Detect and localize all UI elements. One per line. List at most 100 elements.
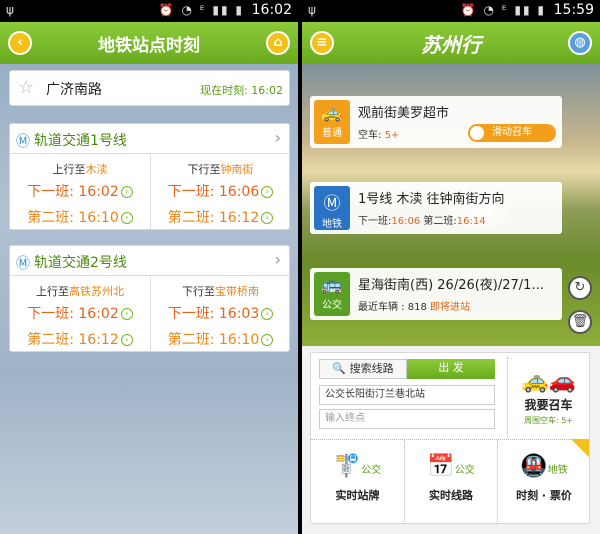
call-car-label: 我要召车 — [524, 398, 573, 412]
chevron-right-icon[interactable]: › — [275, 250, 281, 269]
realtime-stop-button[interactable]: 🚏公交 实时站牌 — [311, 440, 404, 524]
line-card-1: Ⓜ 轨道交通1号线 › 上行至木渎 下一班: 16:02 › 第二班: 16:10… — [9, 123, 290, 230]
card-subtitle: 下一班:16:06 第二班:16:14 — [358, 212, 486, 227]
empty-car-label: 空车: — [358, 130, 382, 141]
home-icon[interactable]: ⌂ — [266, 31, 290, 55]
bus-card[interactable]: 🚌 公交 星海街南(西) 26/26(夜)/27/1... 最近车辆 : 818… — [310, 268, 562, 320]
bus-icon: 🚌 — [321, 275, 343, 295]
status-bar: ψ ⏰ ◔ ᴱ ▮▮ ▮ 15:59 — [302, 0, 600, 22]
second-train[interactable]: 第二班: 16:10 › — [10, 207, 150, 227]
arrow-circle-icon: › — [120, 308, 133, 320]
metro-icon: Ⓜ — [16, 134, 30, 150]
next-train[interactable]: 下一班: 16:02 › — [10, 303, 150, 323]
second-train[interactable]: 第二班: 16:10 › — [151, 329, 290, 349]
taxi-icon: 🚕 — [321, 103, 343, 123]
line-card-2: Ⓜ 轨道交通2号线 › 上行至高铁苏州北 下一班: 16:02 › 第二班: 16… — [9, 245, 290, 352]
card-title: 1号线 木渎 往钟南街方向 — [358, 192, 505, 207]
station-name: 广济南路 — [46, 82, 102, 98]
next-train[interactable]: 下一班: 16:02 › — [10, 181, 150, 201]
line-header[interactable]: Ⓜ 轨道交通1号线 › — [10, 124, 289, 154]
up-direction: 上行至高铁苏州北 下一班: 16:02 › 第二班: 16:12 › — [10, 277, 150, 352]
metro-badge: Ⓜ 地铁 — [314, 186, 350, 230]
second-train-time: 第二班: 16:10 — [167, 332, 260, 348]
card-title: 观前街美罗超市 — [358, 106, 450, 121]
star-icon[interactable]: ☆ — [18, 77, 34, 98]
card-title: 星海街南(西) 26/26(夜)/27/1... — [358, 278, 544, 293]
usb-icon: ψ — [6, 3, 14, 17]
search-icon: 🔍 — [332, 362, 347, 375]
line-name: 轨道交通1号线 — [34, 133, 127, 149]
toggle-knob[interactable] — [470, 126, 484, 140]
arrow-circle-icon: › — [120, 212, 133, 224]
arrow-circle-icon: › — [261, 334, 274, 346]
current-time-label: 现在时刻: 16:02 — [200, 84, 283, 97]
slide-to-hail-toggle[interactable]: 滑动召车 — [468, 124, 556, 142]
arrow-circle-icon: › — [120, 186, 133, 198]
title-bar: ‹ 地铁站点时刻 ⌂ — [0, 22, 298, 64]
chevron-right-icon[interactable]: › — [275, 128, 281, 147]
metro-timetable-screen: ψ ⏰ ◔ ᴱ ▮▮ ▮ 16:02 ‹ 地铁站点时刻 ⌂ ☆ 广济南路 现在时… — [0, 0, 298, 534]
arrow-circle-icon: › — [261, 308, 274, 320]
new-corner-badge — [571, 439, 589, 457]
arrow-circle-icon: › — [120, 334, 133, 346]
metro-card[interactable]: Ⓜ 地铁 1号线 木渎 往钟南街方向 下一班:16:06 第二班:16:14 — [310, 182, 562, 234]
up-direction: 上行至木渎 下一班: 16:02 › 第二班: 16:10 › — [10, 155, 150, 230]
direction-label: 下行至宝带桥南 — [151, 283, 290, 299]
down-direction: 下行至宝带桥南 下一班: 16:03 › 第二班: 16:10 › — [150, 277, 290, 352]
nearest-vehicle: 最近车辆 : 818 — [358, 302, 427, 313]
direction-dest: 钟南街 — [220, 163, 254, 176]
bus-badge: 🚌 公交 — [314, 272, 350, 316]
screens: ψ ⏰ ◔ ᴱ ▮▮ ▮ 16:02 ‹ 地铁站点时刻 ⌂ ☆ 广济南路 现在时… — [0, 0, 600, 534]
badge-label: 公交 — [322, 300, 342, 311]
direction-label: 上行至高铁苏州北 — [10, 283, 150, 299]
second-label: 第二班: — [423, 216, 457, 227]
status-time: 15:59 — [553, 2, 594, 18]
metro-icon: Ⓜ — [16, 256, 30, 272]
second-train[interactable]: 第二班: 16:12 › — [10, 329, 150, 349]
status-time: 16:02 — [251, 2, 292, 18]
direction-label: 下行至钟南街 — [151, 161, 290, 177]
line-header[interactable]: Ⓜ 轨道交通2号线 › — [10, 246, 289, 276]
action-panel: 🔍 搜索线路 出 发 公交长阳街汀兰巷北站 输入终点 🚕🚗 我要召车 周围空车:… — [310, 352, 590, 524]
app-title: 苏州行 — [421, 33, 481, 57]
second-train[interactable]: 第二班: 16:12 › — [151, 207, 290, 227]
bus-tag: 公交 — [361, 465, 382, 476]
page-title: 地铁站点时刻 — [98, 36, 200, 56]
direction-prefix: 上行至 — [52, 163, 86, 176]
down-direction: 下行至钟南街 下一班: 16:06 › 第二班: 16:12 › — [150, 155, 290, 230]
arriving-status: 即将进站 — [430, 302, 471, 313]
search-route-button[interactable]: 🔍 搜索线路 — [319, 359, 407, 379]
usb-icon: ψ — [308, 3, 316, 17]
second-train-time: 第二班: 16:10 — [27, 210, 119, 226]
line-name: 轨道交通2号线 — [34, 255, 127, 271]
station-card[interactable]: ☆ 广济南路 现在时刻: 16:02 — [9, 70, 290, 106]
realtime-route-button[interactable]: 📅公交 实时线路 — [404, 440, 497, 524]
metro-train-icon: 🚇地铁 — [520, 454, 568, 479]
taxi-card[interactable]: 🚕 普通 观前街美罗超市 空车: 5+ 滑动召车 — [310, 96, 562, 148]
next-train[interactable]: 下一班: 16:06 › — [151, 181, 290, 201]
status-icons: ⏰ ◔ ᴱ ▮▮ ▮ — [158, 3, 244, 17]
badge-label: 普通 — [322, 128, 342, 139]
search-route-label: 搜索线路 — [349, 362, 394, 375]
next-train[interactable]: 下一班: 16:03 › — [151, 303, 290, 323]
direction-dest: 宝带桥南 — [215, 285, 259, 298]
direction-dest: 高铁苏州北 — [69, 285, 124, 298]
status-icons: ⏰ ◔ ᴱ ▮▮ ▮ — [460, 3, 546, 17]
destination-field[interactable]: 输入终点 — [319, 409, 495, 429]
refresh-icon[interactable]: ↻ — [568, 276, 592, 300]
empty-car-count: 5+ — [384, 130, 400, 141]
badge-label: 地铁 — [322, 219, 342, 230]
origin-field[interactable]: 公交长阳街汀兰巷北站 — [319, 385, 495, 405]
calendar-15-icon: 📅公交 — [427, 454, 475, 479]
next-label: 下一班: — [358, 216, 392, 227]
call-car-button[interactable]: 🚕🚗 我要召车 周围空车: 5+ — [507, 357, 589, 437]
nearby-empty-cars: 周围空车: 5+ — [523, 416, 574, 425]
depart-button[interactable]: 出 发 — [407, 359, 495, 379]
delete-icon[interactable]: 🗑 — [568, 310, 592, 334]
arrow-circle-icon: › — [261, 212, 274, 224]
globe-icon[interactable]: ◍ — [568, 31, 592, 55]
toggle-label: 滑动召车 — [492, 127, 532, 138]
realtime-stop-label: 实时站牌 — [335, 489, 380, 502]
realtime-route-label: 实时线路 — [429, 489, 473, 502]
direction-prefix: 上行至 — [36, 285, 69, 298]
